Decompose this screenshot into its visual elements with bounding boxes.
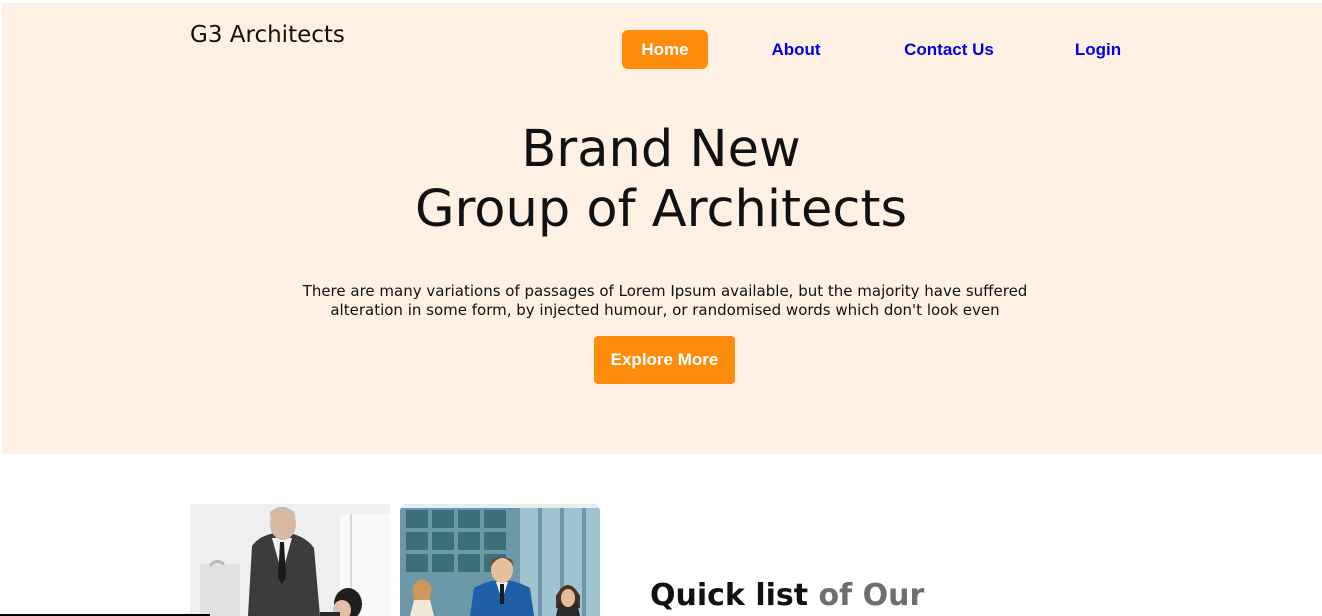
hero-title: Brand New Group of Architects xyxy=(0,120,1322,240)
team-building-image xyxy=(400,504,600,616)
team-meeting-image xyxy=(190,504,390,616)
nav-home-link[interactable]: Home xyxy=(622,30,708,69)
hero-title-line-2: Group of Architects xyxy=(414,180,908,239)
nav-contact-link[interactable]: Contact Us xyxy=(895,30,1003,69)
quick-list-heading-muted: of Our xyxy=(818,578,925,613)
quick-list-heading-strong: Quick list xyxy=(650,578,809,613)
main-nav: Home About Contact Us Login xyxy=(0,30,1322,70)
nav-login-link[interactable]: Login xyxy=(1066,30,1130,69)
nav-about-link[interactable]: About xyxy=(760,30,832,69)
hero-description-line-1: There are many variations of passages of… xyxy=(302,282,1028,300)
hero-description-line-2: alteration in some form, by injected hum… xyxy=(330,301,1000,319)
team-building-photo xyxy=(400,504,600,616)
quick-list-heading: Quick list of Our xyxy=(650,578,924,614)
hero-title-line-1: Brand New xyxy=(521,120,801,179)
explore-more-button[interactable]: Explore More xyxy=(594,336,735,384)
team-meeting-photo xyxy=(190,504,390,616)
hero-description: There are many variations of passages of… xyxy=(270,282,1060,320)
